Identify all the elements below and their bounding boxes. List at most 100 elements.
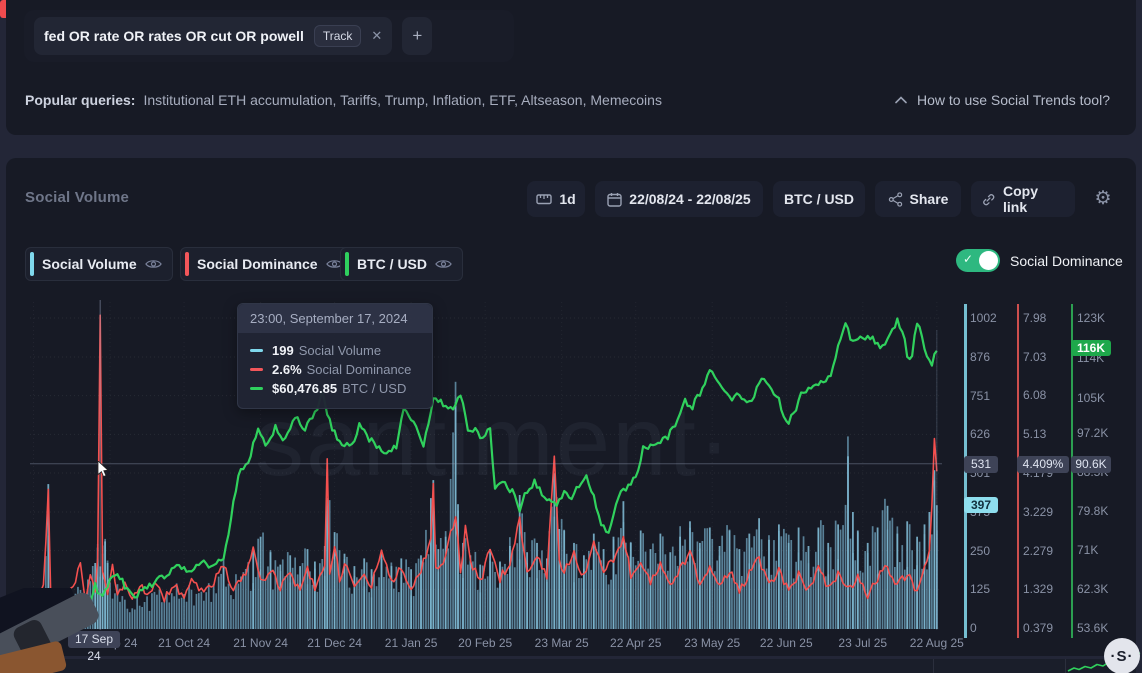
- x-axis-label: 22 Jun 25: [746, 636, 826, 650]
- latest-price-badge: 116K: [1071, 340, 1111, 356]
- popular-queries-list[interactable]: Institutional ETH accumulation, Tariffs,…: [143, 92, 662, 108]
- x-axis-label: 22 Apr 25: [596, 636, 676, 650]
- dominance-axis-tick: 3.229: [1023, 504, 1053, 520]
- strip-divider: [933, 659, 934, 673]
- link-icon: [981, 192, 996, 207]
- mouse-cursor-icon: [97, 461, 113, 479]
- next-row-strip: [6, 659, 1136, 673]
- tooltip-label: Social Dominance: [307, 362, 412, 377]
- volume-axis-tick: 876: [970, 349, 990, 365]
- dominance-axis-tick: 5.13: [1023, 426, 1046, 442]
- interval-label: 1d: [559, 191, 575, 207]
- price-axis-tick: 123K: [1077, 310, 1105, 326]
- x-axis-label: 23 May 25: [672, 636, 752, 650]
- social-dominance-toggle-wrap: ✓ Social Dominance: [956, 249, 1123, 272]
- tooltip-value: $60,476.85: [272, 381, 337, 396]
- ruler-icon: [536, 192, 552, 206]
- add-query-button[interactable]: +: [402, 17, 432, 55]
- tooltip-row-price: $60,476.85 BTC / USD: [250, 379, 420, 398]
- dominance-axis-tick: 1.329: [1023, 581, 1053, 597]
- share-icon: [888, 192, 903, 207]
- pair-label: BTC / USD: [784, 191, 854, 207]
- date-range-label: 22/08/24 - 22/08/25: [629, 191, 750, 207]
- pair-button[interactable]: BTC / USD: [773, 181, 865, 217]
- social-dominance-toggle[interactable]: ✓: [956, 249, 1000, 272]
- santiment-social-trends-page: fed OR rate OR rates OR cut OR powell Tr…: [0, 0, 1142, 673]
- price-axis-tick: 53.6K: [1077, 620, 1108, 636]
- volume-axis-tick: 0: [970, 620, 977, 636]
- x-axis-label: 21 Oct 24: [144, 636, 224, 650]
- santiment-logo-badge[interactable]: ·S·: [1104, 638, 1140, 673]
- series-dash-icon: [250, 387, 263, 390]
- legend-label: Social Dominance: [197, 256, 318, 272]
- legend-color-bar: [30, 252, 34, 276]
- latest-volume-badge: 397: [964, 497, 998, 513]
- track-button[interactable]: Track: [314, 25, 362, 47]
- dominance-axis-tick: 2.279: [1023, 543, 1053, 559]
- dominance-axis-tick: 7.98: [1023, 310, 1046, 326]
- x-axis-label: 20 Feb 25: [445, 636, 525, 650]
- corner-overlay-art: [0, 588, 110, 673]
- price-axis-tick: 62.3K: [1077, 581, 1108, 597]
- price-axis-tick: 79.8K: [1077, 503, 1108, 519]
- series-dash-icon: [250, 368, 263, 371]
- volume-axis-tick: 751: [970, 388, 990, 404]
- eye-icon[interactable]: [435, 258, 452, 270]
- volume-axis-tick: 125: [970, 581, 990, 597]
- dominance-axis-tick: 0.379: [1023, 620, 1053, 636]
- popular-queries-label: Popular queries:: [25, 92, 135, 108]
- close-icon[interactable]: ✕: [371, 28, 382, 44]
- crosshair-price-box: 90.6K: [1071, 456, 1111, 473]
- search-bar[interactable]: fed OR rate OR rates OR cut OR powell Tr…: [24, 10, 514, 62]
- date-range-button[interactable]: 22/08/24 - 22/08/25: [595, 181, 763, 217]
- price-axis-tick: 71K: [1077, 542, 1098, 558]
- x-axis-label: 21 Jan 25: [371, 636, 451, 650]
- check-icon: ✓: [963, 252, 973, 266]
- tooltip-row-volume: 199 Social Volume: [250, 341, 420, 360]
- share-button[interactable]: Share: [875, 181, 961, 217]
- x-axis-label: 21 Dec 24: [295, 636, 375, 650]
- chart-title: Social Volume: [25, 189, 129, 206]
- legend-color-bar: [185, 252, 189, 276]
- legend-chip-btc-usd[interactable]: BTC / USD: [340, 247, 463, 281]
- tooltip-value: 199: [272, 343, 294, 358]
- chevron-up-icon: [895, 96, 907, 104]
- dominance-axis-tick: 6.08: [1023, 387, 1046, 403]
- query-text: fed OR rate OR rates OR cut OR powell: [44, 28, 304, 44]
- volume-axis-tick: 250: [970, 543, 990, 559]
- tooltip-datetime: 23:00, September 17, 2024: [238, 304, 432, 333]
- share-label: Share: [910, 191, 949, 207]
- volume-axis-tick: 1002: [970, 310, 997, 326]
- interval-button[interactable]: 1d: [527, 181, 585, 217]
- tooltip-label: BTC / USD: [342, 381, 406, 396]
- x-axis-label: 23 Mar 25: [522, 636, 602, 650]
- copy-link-button[interactable]: Copy link: [971, 181, 1075, 217]
- tooltip-row-dominance: 2.6% Social Dominance: [250, 360, 420, 379]
- dominance-axis-tick: 7.03: [1023, 349, 1046, 365]
- chart-tooltip: 23:00, September 17, 2024 199 Social Vol…: [237, 303, 433, 409]
- volume-axis-tick: 626: [970, 426, 990, 442]
- toggle-knob: [979, 251, 998, 270]
- legend-color-bar: [345, 252, 349, 276]
- legend-chip-social-dominance[interactable]: Social Dominance: [180, 247, 354, 281]
- crosshair-dominance-box: 4.409%: [1017, 456, 1069, 473]
- crosshair-volume-box: 531: [964, 456, 998, 473]
- tooltip-value: 2.6%: [272, 362, 302, 377]
- price-axis-tick: 97.2K: [1077, 425, 1108, 441]
- howto-label: How to use Social Trends tool?: [917, 92, 1110, 108]
- calendar-icon: [607, 192, 622, 207]
- gear-icon[interactable]: ⚙: [1092, 188, 1114, 210]
- x-axis-label: 21 Nov 24: [221, 636, 301, 650]
- legend-label: Social Volume: [42, 256, 137, 272]
- x-axis-label: 22 Aug 25: [897, 636, 977, 650]
- copy-link-label: Copy link: [1003, 183, 1065, 215]
- series-dash-icon: [250, 349, 263, 352]
- x-axis-label: 23 Jul 25: [823, 636, 903, 650]
- price-axis-tick: 105K: [1077, 390, 1105, 406]
- howto-link[interactable]: How to use Social Trends tool?: [895, 92, 1110, 108]
- legend-chip-social-volume[interactable]: Social Volume: [25, 247, 173, 281]
- toggle-label: Social Dominance: [1010, 253, 1123, 269]
- legend-label: BTC / USD: [357, 256, 427, 272]
- eye-icon[interactable]: [145, 258, 162, 270]
- query-chip[interactable]: fed OR rate OR rates OR cut OR powell Tr…: [34, 17, 392, 55]
